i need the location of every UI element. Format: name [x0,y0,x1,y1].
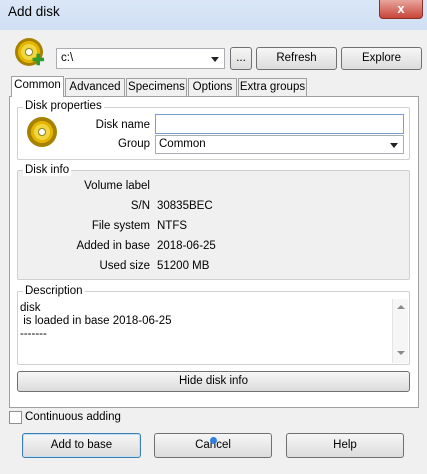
explore-button[interactable]: Explore [341,47,422,70]
file-system-label: File system [91,220,150,232]
added-in-base-label: Added in base [76,240,150,252]
group-value: Common [159,138,206,150]
title-bar [0,0,427,30]
help-button[interactable]: Help [286,433,404,458]
description-line: is loaded in base 2018-06-25 [20,315,172,327]
disk-name-input[interactable] [155,114,404,134]
disk-properties-title: Disk properties [23,100,104,112]
tab-extra-groups[interactable]: Extra groups [238,78,307,97]
group-label: Group [118,138,150,150]
cursor-indicator [210,437,217,444]
tab-advanced[interactable]: Advanced [65,78,125,97]
close-button[interactable]: x [379,0,423,19]
chevron-down-icon [211,56,219,62]
cd-icon [27,117,57,147]
path-value: c:\ [61,52,74,64]
chevron-down-icon [390,142,398,148]
browse-button[interactable]: ... [230,47,252,70]
scroll-down-icon[interactable] [397,351,405,355]
description-scrollbar[interactable] [392,299,408,363]
disk-info-title: Disk info [23,164,72,176]
group-dropdown[interactable]: Common [155,135,404,154]
description-line: disk [20,302,41,314]
path-dropdown[interactable]: c:\ [56,48,225,69]
volume-label-label: Volume label [84,180,150,192]
disk-name-label: Disk name [95,119,150,131]
tab-common[interactable]: Common [11,76,64,97]
continuous-adding-checkbox[interactable] [9,411,22,424]
serial-number-value: 30835BEC [157,200,213,212]
window-title: Add disk [8,4,60,19]
tab-specimens[interactable]: Specimens [126,78,187,97]
serial-number-label: S/N [130,200,150,212]
description-title: Description [23,285,85,297]
description-line: ------- [20,328,47,340]
file-system-value: NTFS [157,220,188,232]
added-in-base-value: 2018-06-25 [157,240,216,252]
continuous-adding-label: Continuous adding [25,411,121,423]
hide-disk-info-button[interactable]: Hide disk info [17,371,410,392]
tab-options[interactable]: Options [188,78,237,97]
add-to-base-button[interactable]: Add to base [22,433,141,458]
refresh-button[interactable]: Refresh [256,47,337,70]
scroll-up-icon[interactable] [397,305,405,309]
used-size-value: 51200 MB [157,260,210,272]
used-size-label: Used size [99,260,151,272]
description-textarea[interactable]: disk is loaded in base 2018-06-25 ------… [19,299,408,363]
plus-icon: ✚ [32,52,45,69]
